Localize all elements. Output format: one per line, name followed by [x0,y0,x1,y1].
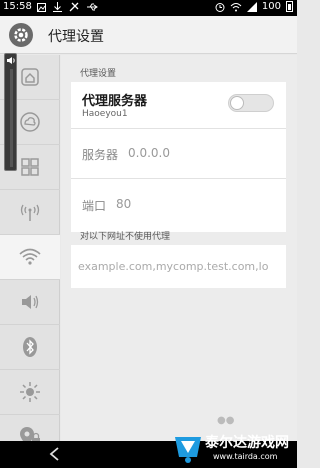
watermark-url: www.tairda.com [213,452,278,461]
sidebar-item-cellular[interactable] [0,190,60,235]
gear-icon[interactable] [9,23,33,47]
back-icon[interactable] [48,446,62,462]
main-content: 代理设置 代理服务器 Haoeyou1 服务器 0.0.0.0 端口 80 对以… [61,55,297,441]
sidebar-item-sound[interactable] [0,280,60,325]
alarm-icon [215,2,225,12]
home-icon [21,68,39,86]
speaker-icon [22,295,39,309]
port-input[interactable]: 80 [116,197,131,211]
download-icon [53,2,62,12]
proxy-subtitle: Haoeyou1 [82,109,128,119]
section-label-proxy: 代理设置 [80,69,117,79]
watermark-logo-icon [175,437,201,463]
port-label: 端口 [82,199,107,213]
proxy-settings-card: 代理服务器 Haoeyou1 服务器 0.0.0.0 端口 80 [71,82,286,232]
server-label: 服务器 [82,148,119,162]
battery-level: 100 [261,1,281,12]
signal-icon [246,1,257,12]
watermark: 泰尔达游戏网 www.tairda.com [169,428,293,468]
wifi-status-icon [230,2,242,11]
usb-icon [87,3,98,11]
antenna-icon [20,204,40,221]
tools-icon [69,2,79,12]
proxy-toggle[interactable] [228,94,274,112]
status-bar: 15:58 100 [0,0,297,16]
sidebar-item-display[interactable] [0,370,60,415]
exclude-list-input[interactable]: example.com,mycomp.test.com,lo [78,260,283,273]
volume-slider[interactable] [4,53,17,171]
volume-track[interactable] [10,69,13,167]
watermark-title: 泰尔达游戏网 [205,435,289,451]
exclude-list-card: example.com,mycomp.test.com,lo [71,245,286,288]
page-title: 代理设置 [48,29,104,45]
port-row[interactable]: 端口 80 [71,179,286,232]
toggle-knob [230,96,244,110]
proxy-toggle-row[interactable]: 代理服务器 Haoeyou1 [71,82,286,129]
server-input[interactable]: 0.0.0.0 [128,146,170,160]
section-label-exclude: 对以下网址不使用代理 [80,232,171,242]
bluetooth-icon [23,337,37,357]
brightness-icon [20,382,40,402]
wifi-icon [19,248,41,265]
volume-speaker-icon [7,57,15,64]
battery-icon [286,1,293,12]
scroll-indicator: ●● [217,415,235,426]
app-header: 代理设置 [0,16,297,54]
grid-icon [21,158,39,176]
sidebar-item-bluetooth[interactable] [0,325,60,370]
server-row[interactable]: 服务器 0.0.0.0 [71,129,286,179]
proxy-title: 代理服务器 [82,94,148,109]
cloud-icon [20,112,40,132]
image-icon [37,2,46,12]
status-time: 15:58 [3,1,32,12]
sidebar-item-wifi[interactable] [0,235,60,280]
